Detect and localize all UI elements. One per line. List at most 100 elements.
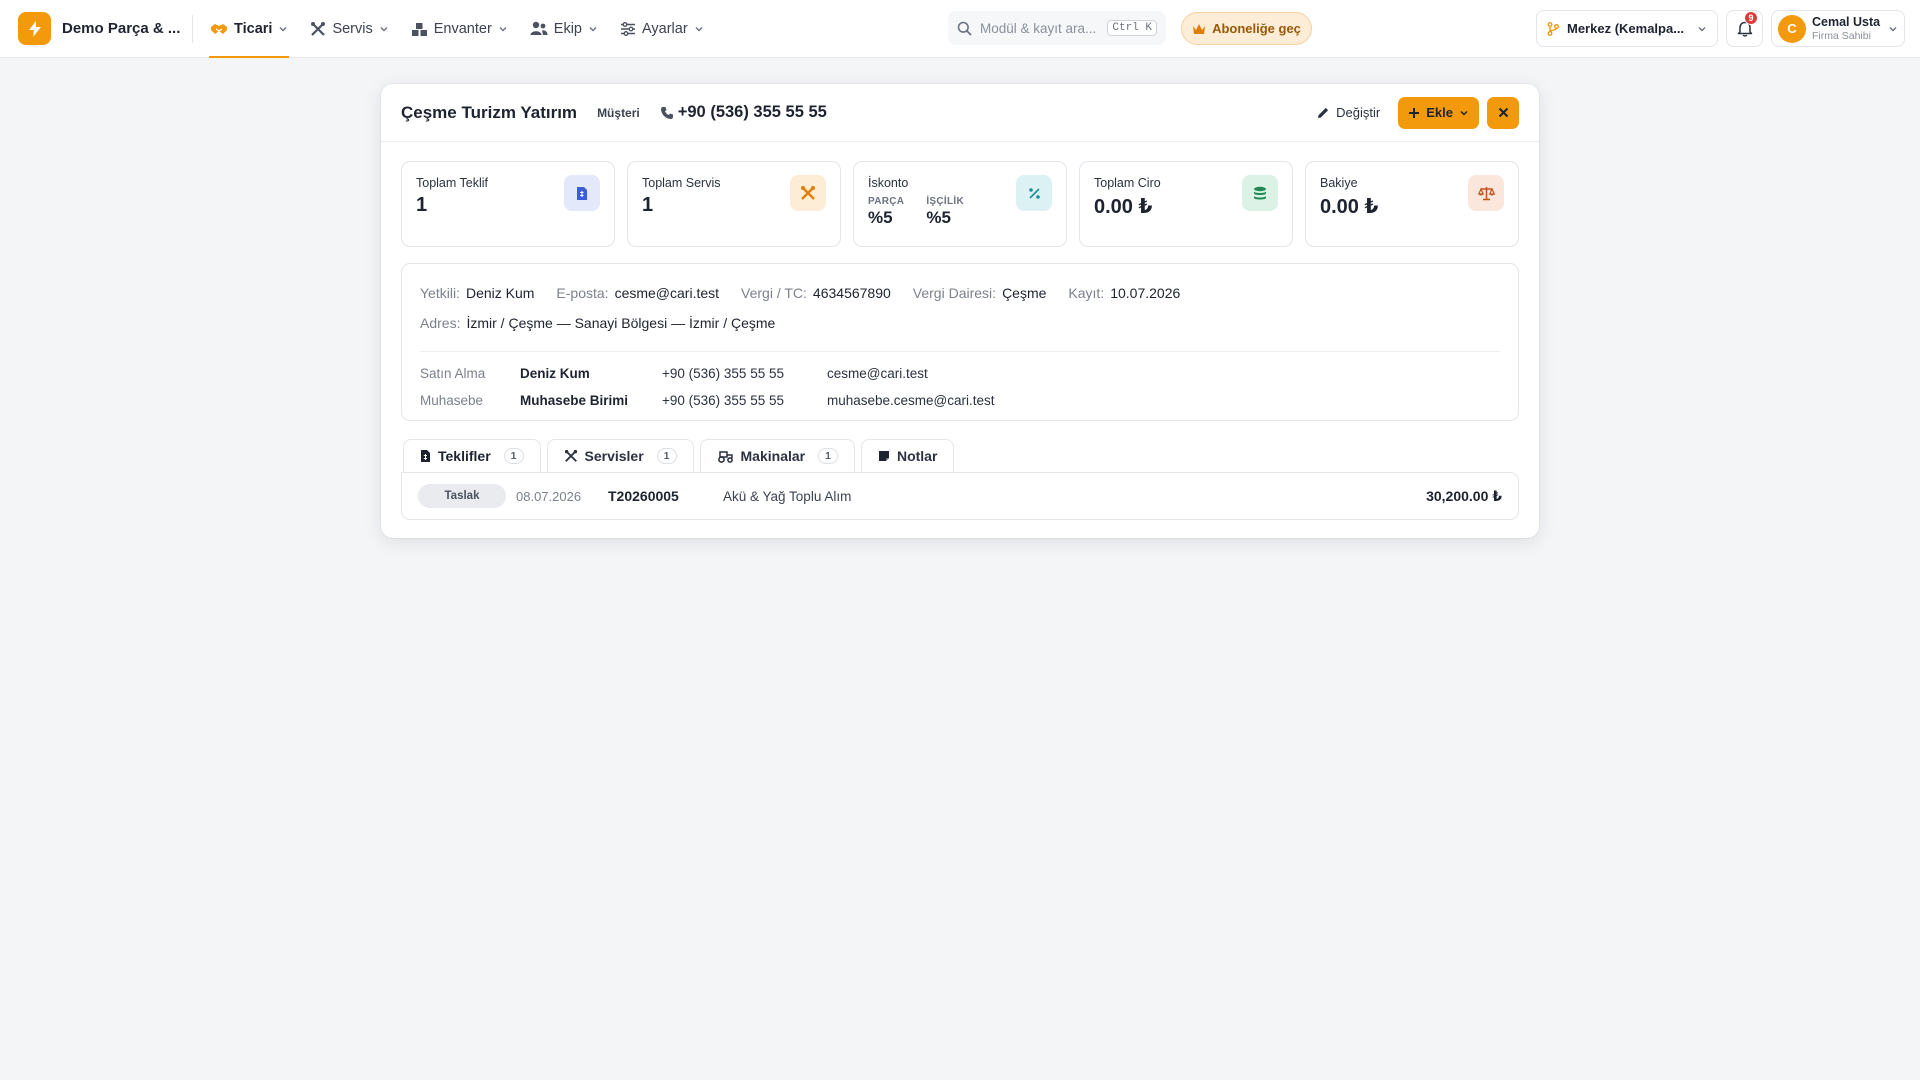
boxes-icon: [411, 22, 427, 36]
crown-icon: [1193, 23, 1206, 34]
stat-discount[interactable]: İskonto PARÇA %5 İŞÇİLİK %5: [853, 161, 1067, 247]
nav-label: Ticari: [234, 20, 273, 37]
discount-parts-value: %5: [868, 208, 893, 227]
info-label: Vergi / TC:: [741, 285, 807, 301]
customer-info-panel: Yetkili: Deniz Kum E-posta: cesme@cari.t…: [401, 263, 1519, 421]
add-label: Ekle: [1426, 105, 1453, 120]
contact-role: Muhasebe: [420, 393, 484, 408]
customer-name: Çeşme Turizm Yatırım: [401, 102, 578, 122]
chevron-down-icon: [1889, 26, 1897, 31]
user-role: Firma Sahibi: [1812, 29, 1871, 42]
chevron-down-icon: [499, 26, 507, 31]
brand[interactable]: Demo Parça & ...: [0, 0, 184, 58]
nav-label: Ekip: [553, 20, 582, 37]
notifications-button[interactable]: 9: [1726, 10, 1763, 47]
stat-total-services[interactable]: Toplam Servis 1: [627, 161, 841, 247]
detail-tabs: Teklifler 1 Servisler 1 Makinalar 1 Notl…: [403, 439, 955, 472]
tab-notlar[interactable]: Notlar: [860, 439, 955, 472]
contact-phone: +90 (536) 355 55 55: [662, 366, 784, 381]
info-label: Kayıt:: [1068, 285, 1105, 301]
chevron-down-icon: [1460, 110, 1468, 115]
contact-role: Satın Alma: [420, 366, 486, 381]
percent-icon: [1016, 175, 1052, 211]
nav-label: Envanter: [433, 20, 492, 37]
chevron-down-icon: [380, 26, 388, 31]
contact-row[interactable]: Muhasebe Muhasebe Birimi +90 (536) 355 5…: [420, 387, 1500, 414]
nav-servis[interactable]: Servis: [309, 0, 389, 58]
close-button[interactable]: [1487, 96, 1519, 129]
chevron-down-icon: [1698, 26, 1706, 31]
quote-amount: 30,200.00 ₺: [1426, 487, 1502, 504]
chevron-down-icon: [279, 26, 287, 31]
search-input[interactable]: Modül & kayıt ara...: [980, 21, 1107, 36]
tab-label: Servisler: [584, 448, 644, 464]
quote-row[interactable]: Taslak 08.07.2026 T20260005 Akü & Yağ To…: [401, 472, 1519, 520]
edit-button[interactable]: Değiştir: [1306, 97, 1390, 129]
tab-count: 1: [503, 448, 524, 464]
close-icon: [1498, 107, 1508, 118]
upgrade-label: Aboneliğe geç: [1212, 21, 1301, 36]
nav-ticari[interactable]: Ticari: [209, 0, 290, 58]
quote-title: Akü & Yağ Toplu Alım: [723, 488, 852, 504]
brand-name: Demo Parça & ...: [62, 20, 181, 37]
contact-person-value: Deniz Kum: [465, 285, 535, 301]
tab-teklifler[interactable]: Teklifler 1: [403, 439, 541, 472]
search-box[interactable]: Modül & kayıt ara... Ctrl K: [948, 11, 1166, 45]
search-icon: [957, 21, 972, 36]
shortcut-hint: Ctrl K: [1107, 20, 1157, 36]
discount-parts-label: PARÇA: [868, 196, 905, 207]
handshake-icon: [211, 23, 227, 34]
registered-date-value: 10.07.2026: [1110, 285, 1181, 301]
tools-icon: [790, 175, 826, 211]
email-value[interactable]: cesme@cari.test: [615, 285, 719, 301]
stat-balance[interactable]: Bakiye 0.00 ₺: [1305, 161, 1519, 247]
divider: [420, 351, 1500, 352]
phone-number: +90 (536) 355 55 55: [677, 103, 827, 121]
git-branch-icon: [1547, 21, 1559, 36]
tools-icon: [564, 449, 577, 462]
user-menu[interactable]: C Cemal Usta Firma Sahibi: [1771, 10, 1905, 47]
nav-label: Servis: [332, 20, 373, 37]
customer-detail-card: Çeşme Turizm Yatırım Müşteri +90 (536) 3…: [381, 84, 1539, 538]
chevron-down-icon: [695, 26, 703, 31]
nav-ayarlar[interactable]: Ayarlar: [619, 0, 705, 58]
lightning-logo-icon: [18, 12, 51, 45]
chevron-down-icon: [589, 26, 597, 31]
upgrade-button[interactable]: Aboneliğe geç: [1181, 12, 1312, 45]
sticky-note-icon: [878, 451, 889, 461]
phone-icon: [660, 106, 673, 119]
add-button[interactable]: Ekle: [1398, 96, 1479, 129]
scale-balance-icon: [1468, 175, 1504, 211]
coins-icon: [1242, 175, 1278, 211]
tab-count: 1: [656, 448, 677, 464]
stat-total-turnover[interactable]: Toplam Ciro 0.00 ₺: [1079, 161, 1293, 247]
stat-total-quotes[interactable]: Toplam Teklif 1: [401, 161, 615, 247]
tab-makinalar[interactable]: Makinalar 1: [699, 439, 855, 472]
info-label: Adres:: [420, 315, 461, 331]
contact-email: cesme@cari.test: [827, 366, 928, 381]
file-invoice-icon: [564, 175, 600, 211]
branch-label: Merkez (Kemalpa...: [1567, 21, 1685, 36]
quote-date: 08.07.2026: [516, 488, 582, 504]
top-bar: Demo Parça & ... Ticari Servis Envanter …: [0, 0, 1920, 58]
pencil-icon: [1318, 107, 1329, 118]
sliders-icon: [621, 21, 635, 36]
header-actions: Değiştir Ekle: [1306, 96, 1519, 129]
discount-labor-label: İŞÇİLİK: [926, 196, 964, 207]
customer-type-badge: Müşteri: [597, 105, 640, 120]
branch-selector[interactable]: Merkez (Kemalpa...: [1536, 10, 1718, 47]
tools-icon: [311, 21, 326, 36]
main-nav: Ticari Servis Envanter Ekip Ayarlar: [209, 0, 725, 58]
divider: [192, 14, 193, 43]
contact-phone: +90 (536) 355 55 55: [662, 393, 784, 408]
contact-name: Muhasebe Birimi: [520, 393, 629, 408]
discount-labor: İŞÇİLİK %5: [926, 196, 964, 228]
contact-row[interactable]: Satın Alma Deniz Kum +90 (536) 355 55 55…: [420, 360, 1500, 387]
nav-envanter[interactable]: Envanter: [410, 0, 509, 58]
nav-ekip[interactable]: Ekip: [529, 0, 599, 58]
tab-label: Teklifler: [438, 448, 491, 464]
customer-phone[interactable]: +90 (536) 355 55 55: [660, 103, 827, 122]
tab-label: Notlar: [896, 448, 938, 464]
tab-servisler[interactable]: Servisler 1: [546, 439, 694, 472]
status-badge: Taslak: [418, 484, 506, 508]
